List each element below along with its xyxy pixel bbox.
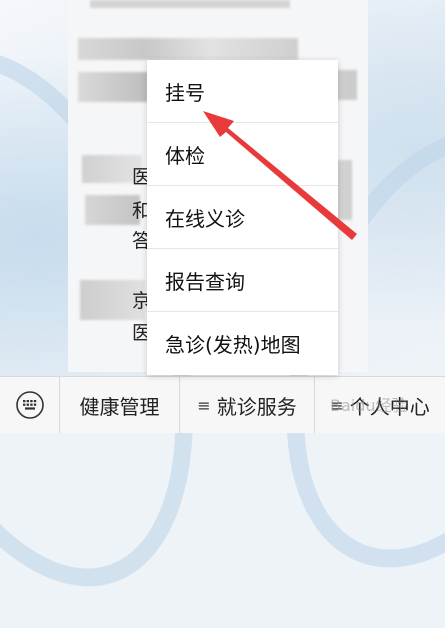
menu-item-label: 体检 bbox=[165, 143, 205, 168]
keyboard-icon bbox=[15, 391, 44, 419]
menu-item-label: 报告查询 bbox=[165, 269, 245, 294]
blurred-text bbox=[78, 72, 148, 102]
keyboard-toggle-button[interactable] bbox=[0, 377, 60, 433]
tab-health-management[interactable]: 健康管理 bbox=[60, 377, 180, 433]
menu-lines-icon: ≡ bbox=[197, 395, 211, 415]
tab-medical-services[interactable]: ≡ 就诊服务 bbox=[180, 377, 315, 433]
tab-label: 个人中心 bbox=[349, 394, 430, 419]
tab-label: 就诊服务 bbox=[216, 394, 297, 419]
menu-item-checkup[interactable]: 体检 bbox=[147, 123, 338, 186]
blurred-text bbox=[78, 38, 298, 60]
service-dropdown-menu: 挂号 体检 在线义诊 报告查询 急诊(发热)地图 bbox=[147, 60, 338, 375]
blurred-text bbox=[90, 0, 290, 8]
bottom-tab-bar: 健康管理 ≡ 就诊服务 ≡ 个人中心 bbox=[0, 376, 445, 433]
menu-item-label: 急诊(发热)地图 bbox=[165, 333, 301, 357]
tab-personal-center[interactable]: ≡ 个人中心 bbox=[315, 377, 445, 433]
menu-item-register[interactable]: 挂号 bbox=[147, 60, 338, 123]
menu-item-report-query[interactable]: 报告查询 bbox=[147, 249, 338, 312]
menu-lines-icon: ≡ bbox=[330, 395, 344, 415]
menu-item-emergency-map[interactable]: 急诊(发热)地图 bbox=[147, 312, 338, 375]
menu-item-online-consult[interactable]: 在线义诊 bbox=[147, 186, 338, 249]
menu-item-label: 在线义诊 bbox=[165, 206, 245, 231]
menu-item-label: 挂号 bbox=[165, 80, 205, 105]
tab-label: 健康管理 bbox=[79, 394, 160, 419]
